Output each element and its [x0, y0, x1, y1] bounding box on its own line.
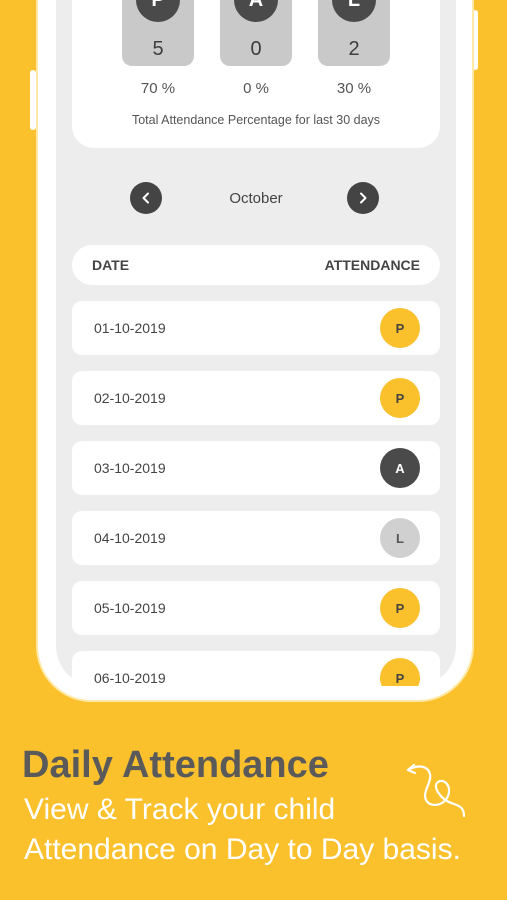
- leave-letter: L: [332, 0, 376, 22]
- row-date: 03-10-2019: [94, 460, 166, 476]
- leave-percent: 30 %: [336, 80, 372, 97]
- promo-title: Daily Attendance: [22, 744, 329, 786]
- attendance-column-header: ATTENDANCE: [324, 257, 420, 273]
- summary-caption: Total Attendance Percentage for last 30 …: [131, 113, 381, 127]
- present-count: 5: [152, 38, 164, 60]
- date-column-header: DATE: [92, 257, 130, 273]
- table-row[interactable]: 03-10-2019 A: [72, 441, 440, 495]
- chevron-right-icon: [360, 192, 367, 204]
- promo-subtitle-line: Attendance on Day to Day basis.: [24, 833, 461, 866]
- table-row[interactable]: 04-10-2019 L: [72, 511, 440, 565]
- leave-stat: L 2: [318, 0, 390, 66]
- row-date: 02-10-2019: [94, 390, 166, 406]
- row-date: 04-10-2019: [94, 530, 166, 546]
- swirl-arrow-icon: [406, 763, 466, 818]
- present-percent: 70 %: [140, 80, 176, 97]
- leave-count: 2: [348, 38, 360, 60]
- table-row[interactable]: 05-10-2019 P: [72, 581, 440, 635]
- absent-percent: 0 %: [243, 80, 269, 97]
- phone-frame: P 5 A 0 L 2 70 % 0 % 30 % Total Attendan…: [36, 0, 474, 702]
- next-month-button[interactable]: [347, 182, 379, 214]
- row-date: 01-10-2019: [94, 320, 166, 336]
- status-badge: A: [380, 448, 420, 488]
- status-badge: P: [380, 588, 420, 628]
- attendance-summary-card: P 5 A 0 L 2 70 % 0 % 30 % Total Attendan…: [72, 0, 440, 148]
- absent-stat: A 0: [220, 0, 292, 66]
- row-date: 05-10-2019: [94, 600, 166, 616]
- table-row[interactable]: 06-10-2019 P: [72, 651, 440, 686]
- status-badge: P: [380, 378, 420, 418]
- app-screen: P 5 A 0 L 2 70 % 0 % 30 % Total Attendan…: [56, 0, 456, 686]
- status-badge: L: [380, 518, 420, 558]
- absent-letter: A: [234, 0, 278, 22]
- status-badge: P: [380, 658, 420, 686]
- table-row[interactable]: 01-10-2019 P: [72, 301, 440, 355]
- present-letter: P: [136, 0, 180, 22]
- table-header: DATE ATTENDANCE: [72, 245, 440, 285]
- month-navigator: October: [56, 182, 456, 216]
- absent-count: 0: [250, 38, 262, 60]
- present-stat: P 5: [122, 0, 194, 66]
- month-label: October: [229, 190, 283, 207]
- table-row[interactable]: 02-10-2019 P: [72, 371, 440, 425]
- status-badge: P: [380, 308, 420, 348]
- row-date: 06-10-2019: [94, 670, 166, 686]
